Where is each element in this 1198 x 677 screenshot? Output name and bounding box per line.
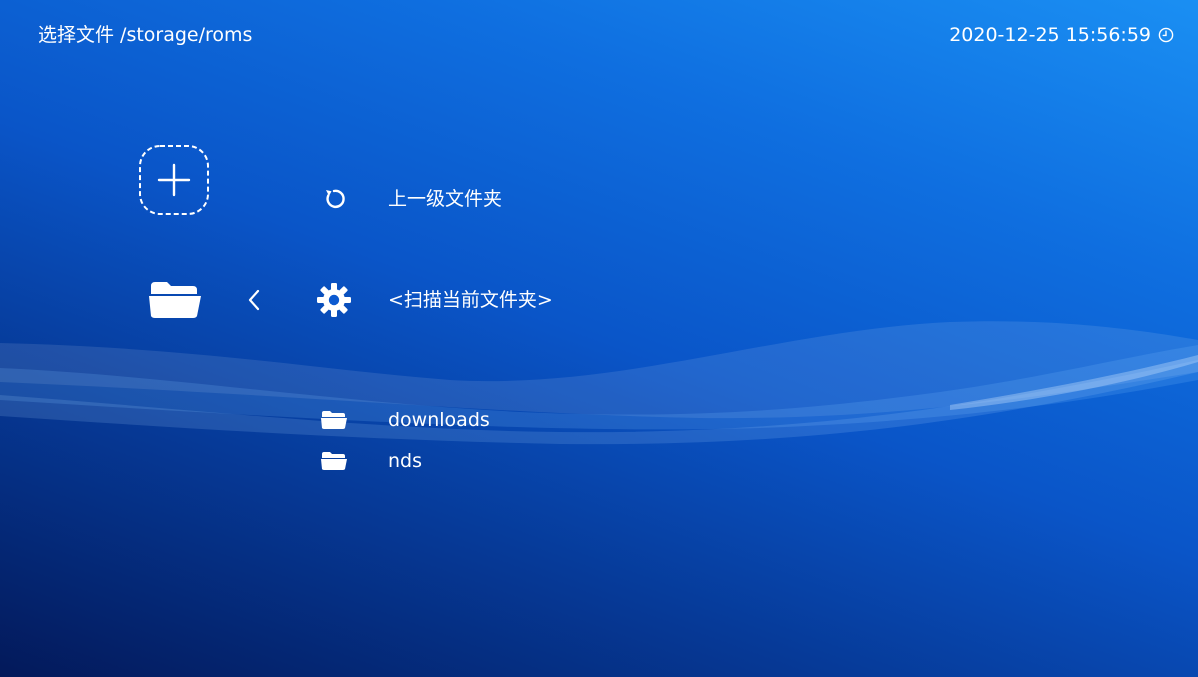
clock: 2020-12-25 15:56:59: [949, 22, 1174, 48]
add-button[interactable]: [138, 144, 210, 216]
list-item-label: <扫描当前文件夹>: [388, 289, 553, 311]
folder-icon: [149, 280, 201, 320]
list-item-label: 上一级文件夹: [388, 188, 503, 210]
background-waves: [0, 321, 1198, 445]
folder-icon: [306, 439, 362, 483]
list-item-scan-folder[interactable]: <扫描当前文件夹>: [306, 278, 626, 322]
list-item-label: downloads: [388, 409, 490, 431]
plus-icon: [139, 145, 209, 215]
clock-icon: [1158, 27, 1174, 43]
gear-icon: [306, 278, 362, 322]
clock-text: 2020-12-25 15:56:59: [949, 24, 1151, 46]
folder-icon: [306, 398, 362, 442]
list-item-parent-folder[interactable]: 上一级文件夹: [306, 177, 626, 221]
page-title: 选择文件 /storage/roms: [38, 24, 253, 46]
chevron-left-icon: [248, 289, 260, 311]
refresh-icon: [306, 177, 362, 221]
list-item-folder-downloads[interactable]: downloads: [306, 398, 626, 442]
list-item-folder-nds[interactable]: nds: [306, 439, 626, 483]
back-button[interactable]: [244, 287, 264, 313]
list-item-label: nds: [388, 450, 423, 472]
